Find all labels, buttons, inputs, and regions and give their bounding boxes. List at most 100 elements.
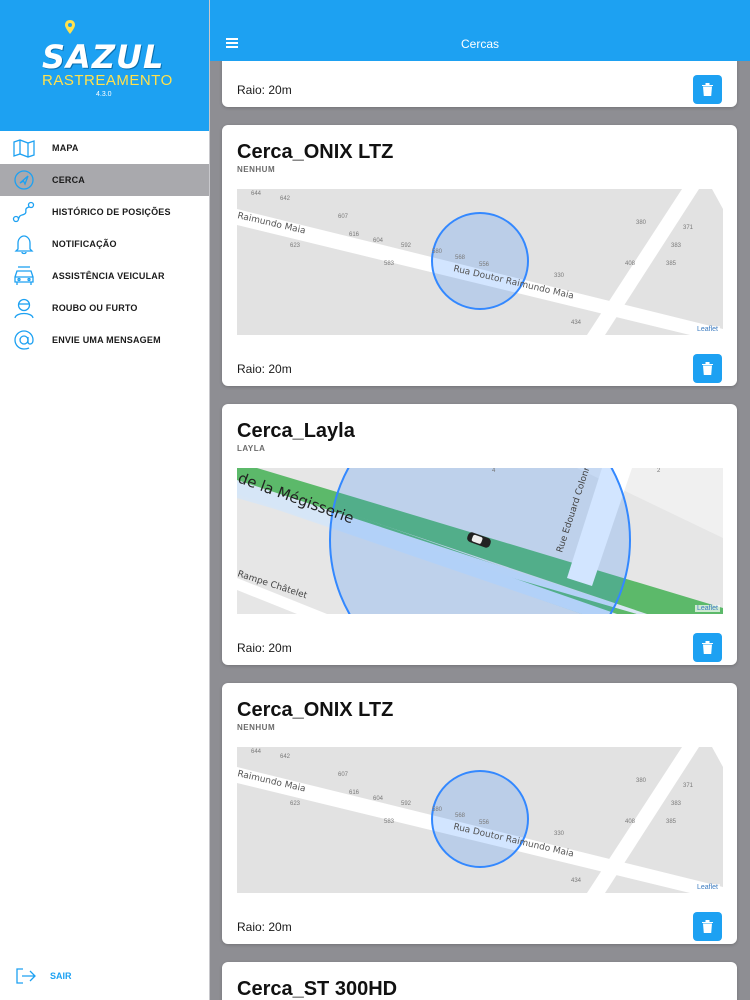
svg-text:616: 616 (349, 232, 360, 238)
fence-radius: Raio: 20m (237, 83, 292, 97)
svg-text:642: 642 (280, 754, 291, 760)
vehicle-name: NENHUM (237, 165, 276, 174)
sidebar-item-label: HISTÓRICO DE POSIÇÕES (52, 207, 171, 217)
svg-text:580: 580 (432, 249, 443, 255)
svg-text:383: 383 (671, 243, 682, 249)
sidebar-item-notificacao[interactable]: NOTIFICAÇÃO (0, 228, 209, 260)
svg-text:330: 330 (554, 273, 565, 279)
fence-radius: Raio: 20m (237, 362, 292, 376)
sidebar-menu: MAPA CERCA HISTÓRICO DE POSIÇÕES NOTIFIC… (0, 132, 209, 356)
svg-text:371: 371 (683, 783, 694, 789)
svg-text:380: 380 (636, 220, 647, 226)
svg-text:644: 644 (251, 749, 262, 755)
svg-text:568: 568 (455, 813, 466, 819)
sidebar-item-label: ROUBO OU FURTO (52, 303, 138, 313)
trash-icon (702, 83, 713, 96)
sidebar-header: SAZUL RASTREAMENTO 4.3.0 (0, 0, 209, 131)
at-icon (14, 330, 34, 350)
bell-icon (14, 235, 34, 255)
vehicle-name: NENHUM (237, 723, 276, 732)
fence-card: Cerca_ONIX LTZ NENHUM 644 642 607 623 61… (222, 683, 737, 944)
logout-label: SAIR (50, 971, 72, 981)
trash-icon (702, 920, 713, 933)
delete-button[interactable] (693, 633, 722, 662)
fence-map[interactable]: 644 642 607 623 616 604 592 583 580 568 … (237, 189, 723, 335)
fence-card: Cerca_Layla LAYLA 4 2 de la Mégisserie R… (222, 404, 737, 665)
page-title: Cercas (460, 37, 499, 51)
app-version: 4.3.0 (96, 91, 112, 98)
svg-text:556: 556 (479, 262, 490, 268)
svg-text:604: 604 (373, 238, 384, 244)
trash-icon (702, 362, 713, 375)
brand-logo: SAZUL RASTREAMENTO 4.3.0 (38, 20, 173, 110)
sidebar-item-mensagem[interactable]: ENVIE UMA MENSAGEM (0, 324, 209, 356)
delete-button[interactable] (693, 354, 722, 383)
map-attribution[interactable]: Leaflet (694, 326, 720, 333)
svg-text:371: 371 (683, 225, 694, 231)
fence-map[interactable]: 4 2 de la Mégisserie Rue Edouard Colonne… (237, 468, 723, 614)
fence-name: Cerca_ST 300HD (237, 978, 398, 1000)
sidebar-item-label: ASSISTÊNCIA VEICULAR (52, 271, 165, 281)
top-app-bar: Cercas (210, 0, 750, 61)
sidebar-item-label: CERCA (52, 175, 86, 185)
svg-text:434: 434 (571, 320, 582, 326)
svg-text:580: 580 (432, 807, 443, 813)
svg-text:592: 592 (401, 243, 412, 249)
vehicle-name: LAYLA (237, 444, 266, 453)
map-icon (13, 139, 35, 158)
svg-text:556: 556 (479, 820, 490, 826)
svg-text:383: 383 (671, 801, 682, 807)
fence-card: Raio: 20m (222, 61, 737, 107)
fence-radius: Raio: 20m (237, 641, 292, 655)
thief-icon (14, 298, 34, 319)
sidebar-item-assistencia[interactable]: ASSISTÊNCIA VEICULAR (0, 260, 209, 292)
fence-name: Cerca_Layla (237, 420, 355, 442)
fence-name: Cerca_ONIX LTZ (237, 141, 394, 163)
svg-text:623: 623 (290, 243, 301, 249)
fence-card: Cerca_ST 300HD (222, 962, 737, 1000)
map-attribution[interactable]: Leaflet (694, 884, 720, 891)
sidebar-item-historico[interactable]: HISTÓRICO DE POSIÇÕES (0, 196, 209, 228)
svg-text:604: 604 (373, 796, 384, 802)
svg-text:385: 385 (666, 261, 677, 267)
svg-text:642: 642 (280, 196, 291, 202)
logo-text: SAZUL (42, 38, 165, 76)
car-icon (14, 266, 34, 285)
fence-card: Cerca_ONIX LTZ NENHUM 644 642 607 623 61… (222, 125, 737, 386)
svg-text:644: 644 (251, 191, 262, 197)
svg-text:330: 330 (554, 831, 565, 837)
svg-text:607: 607 (338, 772, 349, 778)
svg-text:408: 408 (625, 261, 636, 267)
svg-text:385: 385 (666, 819, 677, 825)
svg-text:583: 583 (384, 819, 395, 825)
fence-map[interactable]: 644 642 607 623 616 604 592 583 580 568 … (237, 747, 723, 893)
svg-text:408: 408 (625, 819, 636, 825)
svg-text:616: 616 (349, 790, 360, 796)
svg-text:607: 607 (338, 214, 349, 220)
sidebar-item-roubo[interactable]: ROUBO OU FURTO (0, 292, 209, 324)
svg-text:583: 583 (384, 261, 395, 267)
location-pin-icon (65, 20, 75, 34)
svg-text:434: 434 (571, 878, 582, 884)
svg-text:592: 592 (401, 801, 412, 807)
map-attribution[interactable]: Leaflet (694, 605, 720, 612)
delete-button[interactable] (693, 912, 722, 941)
svg-text:380: 380 (636, 778, 647, 784)
trash-icon (702, 641, 713, 654)
fence-radius: Raio: 20m (237, 920, 292, 934)
sidebar-item-label: MAPA (52, 143, 79, 153)
sidebar-item-label: ENVIE UMA MENSAGEM (52, 335, 161, 345)
sidebar-item-label: NOTIFICAÇÃO (52, 239, 117, 249)
logo-subtitle: RASTREAMENTO (42, 72, 173, 89)
side-menu: SAZUL RASTREAMENTO 4.3.0 MAPA CERCA HIST… (0, 0, 210, 1000)
sidebar-item-cerca[interactable]: CERCA (0, 164, 209, 196)
fence-list: Raio: 20m Cerca_ONIX LTZ NENHUM 644 642 … (210, 61, 750, 1000)
svg-text:568: 568 (455, 255, 466, 261)
svg-text:623: 623 (290, 801, 301, 807)
delete-button[interactable] (693, 75, 722, 104)
logout-icon (16, 968, 36, 984)
route-icon (12, 201, 35, 223)
sidebar-item-mapa[interactable]: MAPA (0, 132, 209, 164)
logout-button[interactable]: SAIR (0, 960, 209, 992)
fence-name: Cerca_ONIX LTZ (237, 699, 394, 721)
